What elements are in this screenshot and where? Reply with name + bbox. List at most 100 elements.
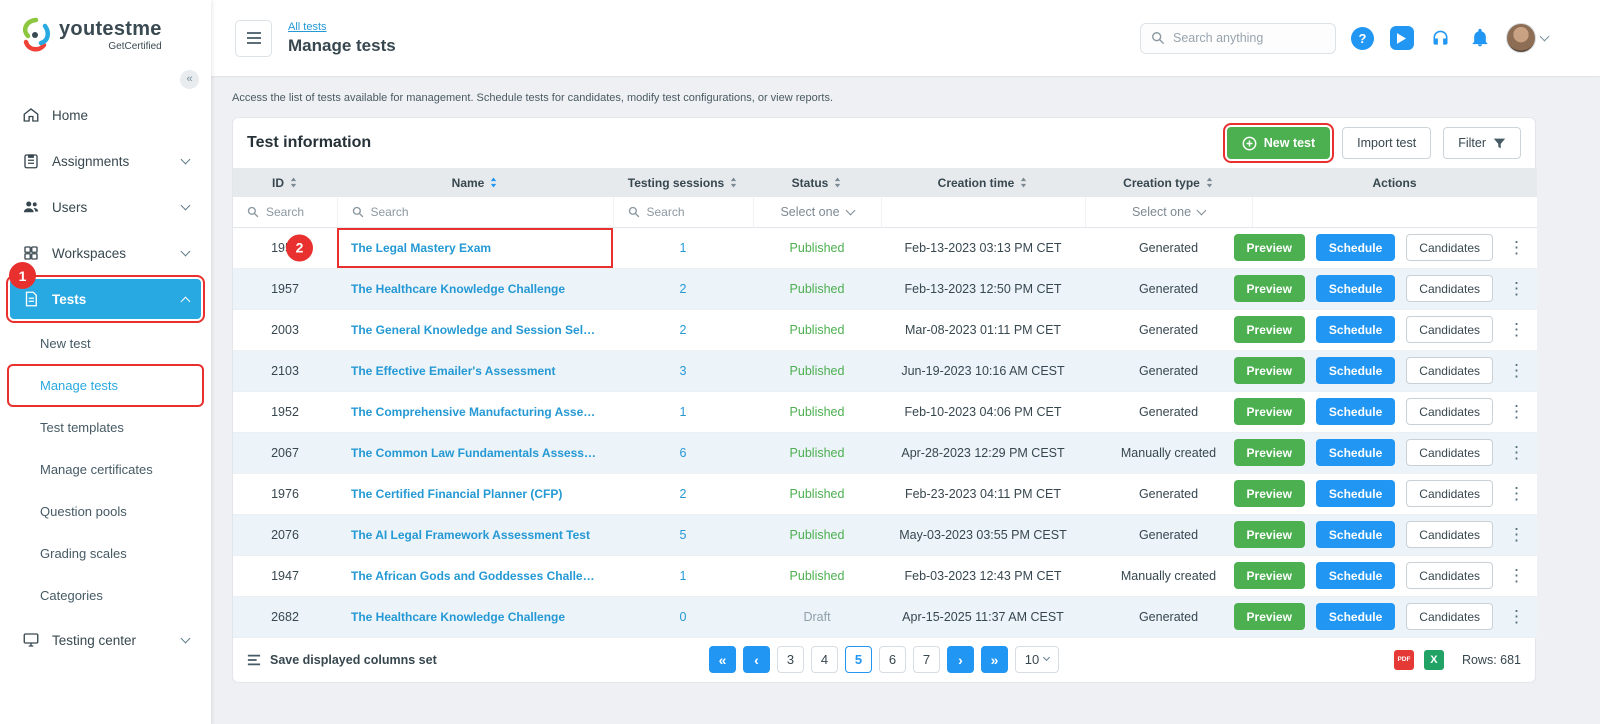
- candidates-button[interactable]: Candidates: [1406, 521, 1493, 548]
- candidates-button[interactable]: Candidates: [1406, 357, 1493, 384]
- schedule-button[interactable]: Schedule: [1315, 398, 1396, 425]
- preview-button[interactable]: Preview: [1233, 562, 1305, 589]
- pagination-prev-button[interactable]: ‹: [743, 646, 770, 673]
- testing-sessions-link[interactable]: 5: [680, 528, 687, 542]
- row-menu-kebab-icon[interactable]: ⋮: [1504, 403, 1529, 420]
- sidebar-item-users[interactable]: Users: [10, 187, 201, 227]
- sidebar-item-workspaces[interactable]: Workspaces: [10, 233, 201, 273]
- page-size-select[interactable]: 10: [1015, 646, 1059, 673]
- candidates-button[interactable]: Candidates: [1406, 275, 1493, 302]
- candidates-button[interactable]: Candidates: [1406, 603, 1493, 630]
- testing-sessions-link[interactable]: 2: [680, 323, 687, 337]
- global-search-input[interactable]: [1173, 31, 1323, 45]
- sidebar-item-categories[interactable]: Categories: [10, 577, 201, 614]
- candidates-button[interactable]: Candidates: [1406, 234, 1493, 261]
- preview-button[interactable]: Preview: [1233, 234, 1305, 261]
- preview-button[interactable]: Preview: [1233, 398, 1305, 425]
- candidates-button[interactable]: Candidates: [1406, 439, 1493, 466]
- column-header-creation-type[interactable]: Creation type: [1085, 168, 1252, 197]
- schedule-button[interactable]: Schedule: [1315, 480, 1396, 507]
- column-header-id[interactable]: ID: [233, 168, 337, 197]
- testing-sessions-link[interactable]: 0: [680, 610, 687, 624]
- preview-button[interactable]: Preview: [1233, 521, 1305, 548]
- status-filter-select[interactable]: Select one: [780, 205, 855, 219]
- test-name-link[interactable]: The Legal Mastery Exam: [351, 241, 491, 255]
- testing-sessions-link[interactable]: 3: [680, 364, 687, 378]
- schedule-button[interactable]: Schedule: [1315, 316, 1396, 343]
- schedule-button[interactable]: Schedule: [1315, 234, 1396, 261]
- sessions-filter-input[interactable]: [646, 204, 741, 219]
- pdf-export-icon[interactable]: PDF: [1393, 649, 1414, 670]
- help-button[interactable]: ?: [1350, 26, 1375, 51]
- page-button[interactable]: 5: [845, 646, 872, 673]
- test-name-link[interactable]: The Certified Financial Planner (CFP): [351, 487, 562, 501]
- column-header-status[interactable]: Status: [753, 168, 881, 197]
- hamburger-menu-button[interactable]: [235, 19, 272, 57]
- sidebar-item-question-pools[interactable]: Question pools: [10, 493, 201, 530]
- row-menu-kebab-icon[interactable]: ⋮: [1504, 239, 1529, 256]
- candidates-button[interactable]: Candidates: [1406, 480, 1493, 507]
- candidates-button[interactable]: Candidates: [1406, 562, 1493, 589]
- page-button[interactable]: 7: [913, 646, 940, 673]
- testing-sessions-link[interactable]: 1: [680, 405, 687, 419]
- sidebar-item-manage-certificates[interactable]: Manage certificates: [10, 451, 201, 488]
- test-name-link[interactable]: The Comprehensive Manufacturing Assessm…: [351, 405, 596, 419]
- testing-sessions-link[interactable]: 2: [680, 487, 687, 501]
- pagination-next-button[interactable]: ›: [947, 646, 974, 673]
- pagination-first-button[interactable]: «: [709, 646, 736, 673]
- column-header-name[interactable]: Name: [337, 168, 613, 197]
- schedule-button[interactable]: Schedule: [1315, 562, 1396, 589]
- page-button[interactable]: 6: [879, 646, 906, 673]
- support-button[interactable]: [1428, 26, 1453, 51]
- preview-button[interactable]: Preview: [1233, 275, 1305, 302]
- schedule-button[interactable]: Schedule: [1315, 521, 1396, 548]
- test-name-link[interactable]: The Effective Emailer's Assessment: [351, 364, 556, 378]
- page-button[interactable]: 3: [777, 646, 804, 673]
- candidates-button[interactable]: Candidates: [1406, 398, 1493, 425]
- pagination-last-button[interactable]: »: [981, 646, 1008, 673]
- notifications-button[interactable]: [1467, 26, 1492, 51]
- sidebar-item-test-templates[interactable]: Test templates: [10, 409, 201, 446]
- row-menu-kebab-icon[interactable]: ⋮: [1504, 280, 1529, 297]
- video-tutorials-button[interactable]: [1389, 26, 1414, 51]
- test-name-link[interactable]: The Healthcare Knowledge Challenge: [351, 282, 565, 296]
- global-search[interactable]: [1140, 22, 1336, 54]
- sidebar-collapse-button[interactable]: «: [180, 70, 199, 89]
- row-menu-kebab-icon[interactable]: ⋮: [1504, 567, 1529, 584]
- sidebar-item-assignments[interactable]: Assignments: [10, 141, 201, 181]
- filter-button[interactable]: Filter: [1443, 127, 1521, 159]
- preview-button[interactable]: Preview: [1233, 316, 1305, 343]
- schedule-button[interactable]: Schedule: [1315, 439, 1396, 466]
- id-filter-input[interactable]: [266, 204, 334, 219]
- testing-sessions-link[interactable]: 2: [680, 282, 687, 296]
- testing-sessions-link[interactable]: 1: [680, 569, 687, 583]
- sidebar-item-manage-tests[interactable]: Manage tests: [7, 364, 204, 407]
- test-name-link[interactable]: The African Gods and Goddesses Challenge: [351, 569, 596, 583]
- sidebar-item-home[interactable]: Home: [10, 95, 201, 135]
- excel-export-icon[interactable]: X: [1423, 649, 1444, 670]
- test-name-link[interactable]: The General Knowledge and Session Self-E…: [351, 323, 596, 337]
- page-button[interactable]: 4: [811, 646, 838, 673]
- user-menu[interactable]: [1506, 23, 1550, 53]
- candidates-button[interactable]: Candidates: [1406, 316, 1493, 343]
- sidebar-item-new-test[interactable]: New test: [10, 325, 201, 362]
- preview-button[interactable]: Preview: [1233, 480, 1305, 507]
- row-menu-kebab-icon[interactable]: ⋮: [1504, 362, 1529, 379]
- row-menu-kebab-icon[interactable]: ⋮: [1504, 321, 1529, 338]
- sidebar-item-grading-scales[interactable]: Grading scales: [10, 535, 201, 572]
- row-menu-kebab-icon[interactable]: ⋮: [1504, 485, 1529, 502]
- schedule-button[interactable]: Schedule: [1315, 603, 1396, 630]
- column-header-testing-sessions[interactable]: Testing sessions: [613, 168, 753, 197]
- preview-button[interactable]: Preview: [1233, 357, 1305, 384]
- column-header-creation-time[interactable]: Creation time: [881, 168, 1085, 197]
- schedule-button[interactable]: Schedule: [1315, 275, 1396, 302]
- test-name-link[interactable]: The Common Law Fundamentals Assessment: [351, 446, 596, 460]
- import-test-button[interactable]: Import test: [1342, 127, 1432, 159]
- preview-button[interactable]: Preview: [1233, 603, 1305, 630]
- row-menu-kebab-icon[interactable]: ⋮: [1504, 526, 1529, 543]
- testing-sessions-link[interactable]: 6: [680, 446, 687, 460]
- testing-sessions-link[interactable]: 1: [680, 241, 687, 255]
- row-menu-kebab-icon[interactable]: ⋮: [1504, 444, 1529, 461]
- save-columns-button[interactable]: Save displayed columns set: [247, 653, 709, 667]
- breadcrumb-all-tests-link[interactable]: All tests: [288, 21, 396, 33]
